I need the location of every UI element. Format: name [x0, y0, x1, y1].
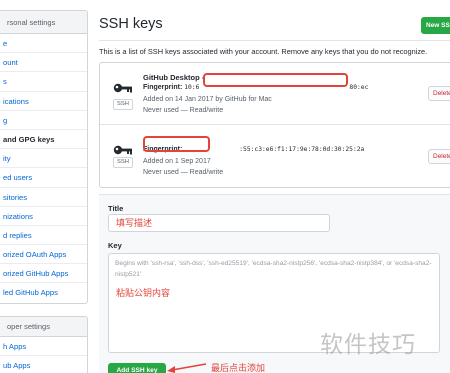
fingerprint-value: 10:6: [184, 84, 200, 91]
fingerprint-tail: :55:c3:e6:f1:17:9e:78:0d:30:25:2a: [239, 146, 365, 153]
page-title: SSH keys: [99, 16, 163, 32]
sidebar-item-security[interactable]: ity: [0, 149, 87, 169]
title-divider: [99, 40, 450, 41]
intro-text: This is a list of SSH keys associated wi…: [99, 47, 428, 56]
ssh-key-list: SSH GitHub Desktop - Fingerprint: 10:6 80…: [99, 62, 450, 188]
key-label: Key: [108, 241, 122, 250]
add-ssh-key-button[interactable]: Add SSH key: [108, 363, 166, 373]
sidebar-item-oauth-apps[interactable]: orized OAuth Apps: [0, 245, 87, 265]
sidebar-item-profile[interactable]: e: [0, 34, 87, 54]
arrow-icon: [167, 363, 207, 373]
sidebar-item-installed-github-apps[interactable]: led GitHub Apps: [0, 283, 87, 302]
ssh-key-usage: Never used — Read/write: [143, 107, 224, 114]
ssh-key-usage: Never used — Read/write: [143, 169, 224, 176]
sidebar-item-ssh-gpg-keys[interactable]: and GPG keys: [0, 130, 87, 150]
sidebar-item-billing[interactable]: g: [0, 111, 87, 130]
fingerprint-tail: 80:ec: [349, 84, 369, 91]
developer-settings-menu: oper settings h Apps ub Apps: [0, 315, 88, 373]
sidebar-item-saved-replies[interactable]: d replies: [0, 226, 87, 246]
sidebar-item-blocked-users[interactable]: ed users: [0, 168, 87, 188]
new-ssh-key-button[interactable]: New SSH: [421, 17, 450, 34]
settings-sidebar: rsonal settings e ount s ications g and …: [0, 10, 88, 373]
fingerprint-label: Fingerprint:: [143, 84, 183, 91]
sidebar-item-organizations[interactable]: nizations: [0, 207, 87, 226]
sidebar-item-authorized-github-apps[interactable]: orized GitHub Apps: [0, 264, 87, 284]
redaction-box: [143, 136, 210, 152]
title-label: Title: [108, 204, 124, 213]
sidebar-item-oauth-apps-dev[interactable]: h Apps: [0, 337, 87, 356]
sidebar-item-github-apps-dev[interactable]: ub Apps: [0, 356, 87, 373]
ssh-key-added: Added on 1 Sep 2017: [143, 158, 211, 165]
redaction-box: [203, 73, 348, 87]
key-icon: [113, 83, 132, 93]
sidebar-item-account[interactable]: ount: [0, 53, 87, 73]
ssh-key-added: Added on 14 Jan 2017 by GitHub for Mac: [143, 96, 272, 103]
ssh-badge: SSH: [113, 157, 133, 168]
ssh-key-title: GitHub Desktop -: [143, 73, 205, 82]
title-input[interactable]: 填写描述: [108, 214, 330, 232]
ssh-key-row: [100, 125, 450, 188]
personal-settings-menu: rsonal settings e ount s ications g and …: [0, 10, 88, 304]
delete-key-button[interactable]: Delete: [428, 86, 450, 101]
key-icon: [113, 145, 132, 155]
ssh-badge: SSH: [113, 99, 133, 110]
watermark: 软件技巧: [320, 331, 416, 357]
developer-settings-header: oper settings: [0, 316, 87, 337]
delete-key-button[interactable]: Delete: [428, 149, 450, 164]
key-placeholder: Begins with 'ssh-rsa', 'ssh-dss', 'ssh-e…: [115, 260, 432, 278]
sidebar-item-notifications[interactable]: ications: [0, 92, 87, 111]
personal-settings-header: rsonal settings: [0, 11, 87, 34]
sidebar-item-repositories[interactable]: sitories: [0, 188, 87, 207]
paste-annotation: 粘贴公钥内容: [116, 288, 171, 298]
sidebar-item-emails[interactable]: s: [0, 72, 87, 92]
click-annotation: 最后点击添加: [211, 363, 266, 373]
